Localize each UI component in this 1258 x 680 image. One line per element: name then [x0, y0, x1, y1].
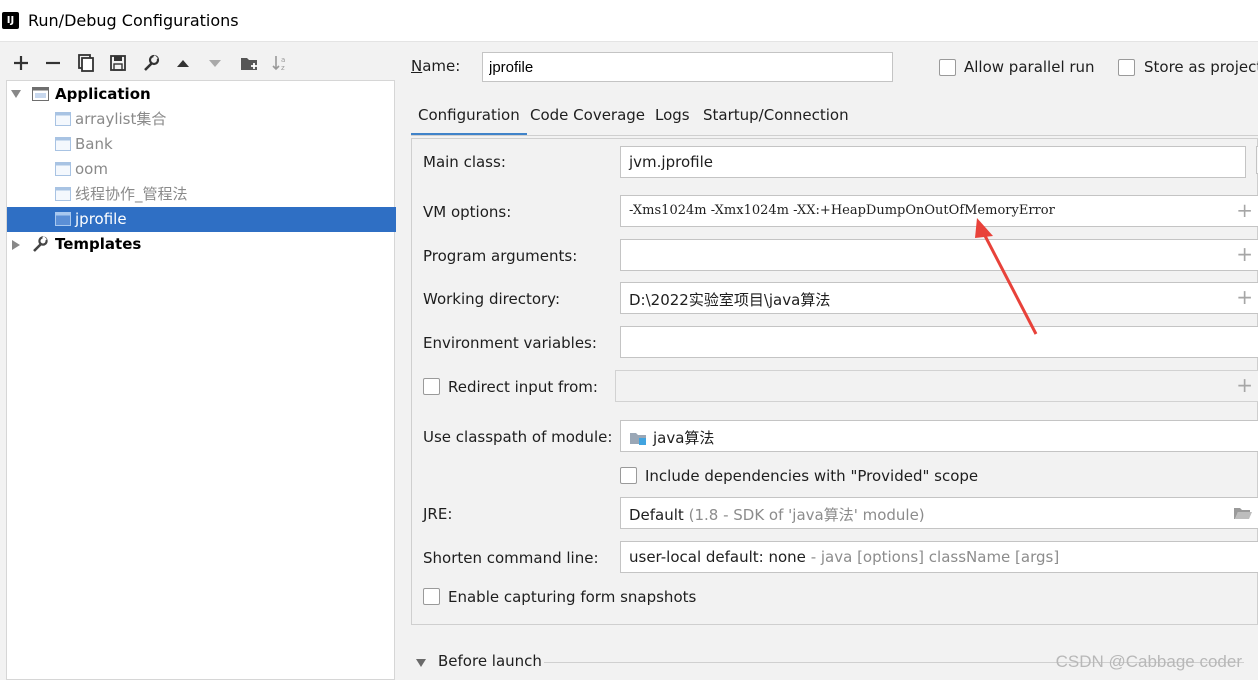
- save-icon[interactable]: [107, 52, 129, 74]
- expand-plus-icon[interactable]: +: [1236, 286, 1253, 308]
- shorten-command-line-select[interactable]: user-local default: none - java [options…: [620, 541, 1258, 573]
- main-class-label: Main class:: [423, 153, 506, 171]
- jre-label: JRE:: [423, 505, 453, 523]
- jre-value: Default: [629, 506, 684, 524]
- sort-icon[interactable]: az: [270, 52, 292, 74]
- svg-text:z: z: [281, 64, 285, 72]
- expand-plus-icon[interactable]: +: [1236, 243, 1253, 265]
- include-dependencies-checkbox[interactable]: [620, 467, 637, 484]
- name-input[interactable]: [482, 52, 893, 82]
- tree-item-label: 线程协作_管程法: [75, 185, 188, 203]
- before-launch-label: Before launch: [438, 652, 542, 670]
- include-dependencies-label: Include dependencies with "Provided" sco…: [645, 467, 979, 485]
- folder-add-icon[interactable]: [238, 52, 260, 74]
- jre-select[interactable]: Default (1.8 - SDK of 'java算法' module): [620, 497, 1258, 529]
- program-arguments-field[interactable]: +: [620, 239, 1258, 271]
- run-config-icon: [55, 136, 72, 152]
- tree-node-application[interactable]: Application: [7, 82, 396, 107]
- chevron-right-icon[interactable]: [12, 240, 20, 250]
- tab-configuration[interactable]: Configuration: [411, 102, 527, 136]
- capture-snapshots-label: Enable capturing form snapshots: [448, 588, 697, 606]
- tree-label-application: Application: [55, 85, 151, 103]
- remove-icon[interactable]: [42, 52, 64, 74]
- capture-snapshots-checkbox[interactable]: [423, 588, 440, 605]
- run-config-icon: [55, 211, 72, 227]
- tree-item-oom[interactable]: oom: [7, 157, 396, 182]
- environment-variables-label: Environment variables:: [423, 334, 597, 352]
- environment-variables-field[interactable]: [620, 326, 1258, 358]
- classpath-module-select[interactable]: java算法: [620, 420, 1258, 452]
- working-directory-value: D:\2022实验室项目\java算法: [629, 291, 831, 309]
- run-config-icon: [55, 186, 72, 202]
- tab-startup-connection[interactable]: Startup/Connection: [696, 102, 856, 136]
- working-directory-field[interactable]: D:\2022实验室项目\java算法 +: [620, 282, 1258, 314]
- chevron-down-icon[interactable]: [11, 90, 21, 98]
- redirect-input-field: +: [615, 370, 1258, 402]
- shorten-command-line-detail: - java [options] className [args]: [810, 548, 1060, 566]
- tree-item-label: Bank: [75, 135, 113, 153]
- configurations-tree[interactable]: Application arraylist集合 Bank oom 线程协作_管程…: [6, 80, 396, 680]
- tree-item-label: arraylist集合: [75, 110, 167, 128]
- copy-icon[interactable]: [75, 52, 97, 74]
- left-pane: az Application arraylist集合 Bank oom 线程协作…: [0, 42, 396, 680]
- folder-open-icon[interactable]: [1233, 505, 1253, 525]
- classpath-module-label: Use classpath of module:: [423, 428, 613, 446]
- move-up-icon[interactable]: [172, 52, 194, 74]
- run-config-icon: [55, 161, 72, 177]
- title-bar: IJ Run/Debug Configurations: [0, 0, 1258, 42]
- tree-item-arraylist[interactable]: arraylist集合: [7, 107, 396, 132]
- name-label-rest: ame:: [422, 57, 461, 75]
- shorten-command-line-value: user-local default: none: [629, 548, 806, 566]
- tree-label-templates: Templates: [55, 235, 142, 253]
- tabs-divider: [411, 135, 1258, 136]
- working-directory-label: Working directory:: [423, 290, 561, 308]
- redirect-input-label: Redirect input from:: [448, 378, 598, 396]
- tree-item-bank[interactable]: Bank: [7, 132, 396, 157]
- allow-parallel-label: Allow parallel run: [964, 58, 1095, 76]
- jre-detail: (1.8 - SDK of 'java算法' module): [688, 506, 925, 524]
- allow-parallel-checkbox[interactable]: [939, 59, 956, 76]
- window-title: Run/Debug Configurations: [28, 11, 239, 30]
- annotation-arrow: [975, 218, 1038, 335]
- tree-item-jprofile[interactable]: jprofile: [7, 207, 396, 232]
- triangle-down-icon[interactable]: [416, 659, 426, 667]
- vm-options-field[interactable]: -Xms1024m -Xmx1024m -XX:+HeapDumpOnOutOf…: [620, 195, 1258, 227]
- tree-item-label: jprofile: [75, 210, 127, 228]
- watermark: CSDN @Cabbage coder: [1055, 652, 1242, 671]
- wrench-icon[interactable]: [140, 52, 162, 74]
- svg-text:a: a: [281, 56, 285, 64]
- tree-item-label: oom: [75, 160, 108, 178]
- right-pane: Name: Allow parallel run Store as projec…: [396, 42, 1258, 680]
- tab-logs[interactable]: Logs: [648, 102, 697, 136]
- tree-item-thread-cooperation[interactable]: 线程协作_管程法: [7, 182, 396, 207]
- store-as-project-label: Store as project: [1144, 58, 1258, 76]
- expand-plus-icon[interactable]: +: [1236, 199, 1253, 221]
- expand-plus-icon: +: [1236, 373, 1253, 397]
- run-config-icon: [55, 111, 72, 127]
- move-down-icon[interactable]: [204, 52, 226, 74]
- redirect-input-checkbox[interactable]: [423, 378, 440, 395]
- tab-code-coverage[interactable]: Code Coverage: [523, 102, 652, 136]
- configuration-panel: Main class: jvm.jprofile VM options: -Xm…: [411, 138, 1258, 625]
- application-icon: [32, 86, 49, 102]
- name-label: Name:: [411, 57, 461, 75]
- store-as-project-checkbox[interactable]: [1118, 59, 1135, 76]
- vm-options-label: VM options:: [423, 203, 512, 221]
- intellij-logo-icon: IJ: [0, 10, 21, 31]
- main-class-field[interactable]: jvm.jprofile: [620, 146, 1246, 178]
- module-folder-icon: [629, 430, 647, 446]
- classpath-module-value: java算法: [653, 429, 715, 447]
- add-icon[interactable]: [10, 52, 32, 74]
- wrench-icon: [32, 236, 49, 252]
- program-arguments-label: Program arguments:: [423, 247, 578, 265]
- shorten-command-line-label: Shorten command line:: [423, 549, 599, 567]
- tree-node-templates[interactable]: Templates: [7, 232, 396, 257]
